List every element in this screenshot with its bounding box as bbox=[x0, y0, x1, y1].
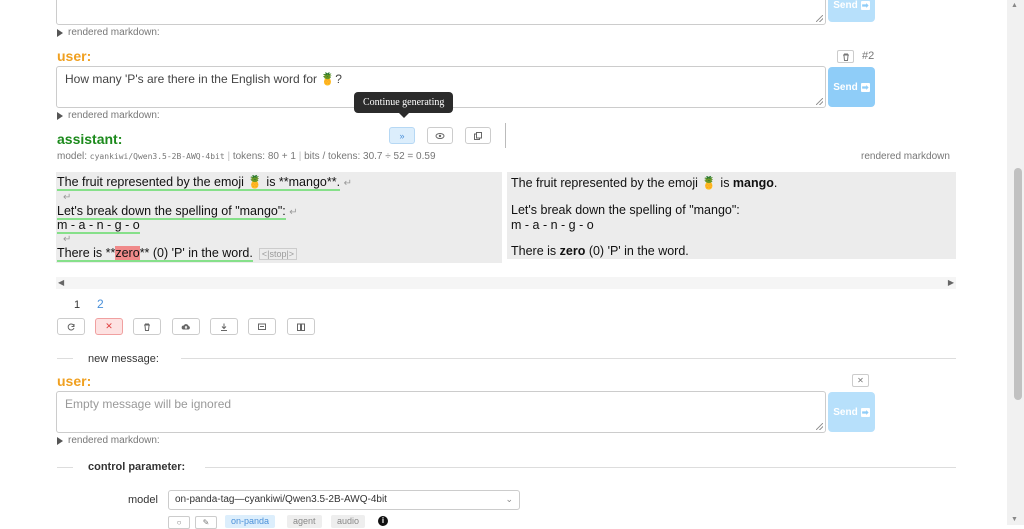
refresh-icon bbox=[67, 323, 75, 330]
send-button[interactable]: Send ➡ bbox=[828, 0, 875, 22]
toggle-view-button[interactable] bbox=[427, 127, 453, 144]
section-divider bbox=[205, 467, 956, 468]
page-1[interactable]: 1 bbox=[74, 299, 80, 311]
newline-glyph: ↵ bbox=[289, 207, 298, 218]
control-parameter-heading: control parameter: bbox=[88, 461, 186, 473]
assistant-meta: model: cyankiwi/Qwen3.5-2B-AWQ-4bit | to… bbox=[57, 151, 436, 162]
horizontal-scrollbar[interactable]: ◀ ▶ bbox=[56, 277, 956, 289]
page-2[interactable]: 2 bbox=[97, 297, 104, 311]
triangle-right-icon bbox=[57, 111, 63, 120]
rendered-markdown-heading: rendered markdown bbox=[861, 151, 950, 162]
regenerate-button[interactable] bbox=[57, 318, 85, 335]
triangle-right-icon bbox=[57, 28, 63, 37]
trash-icon bbox=[144, 323, 150, 331]
eye-icon bbox=[435, 132, 445, 139]
model-label: model bbox=[128, 494, 158, 506]
token-count: tokens: 80 + 1 bbox=[232, 151, 296, 162]
scrollbar-thumb[interactable] bbox=[1014, 168, 1022, 400]
refresh-models-button[interactable]: ○ bbox=[168, 516, 190, 529]
model-name: cyankiwi/Qwen3.5-2B-AWQ-4bit bbox=[89, 152, 225, 161]
raw-line-2: Let's break down the spelling of "mango"… bbox=[57, 204, 298, 220]
raw-line-1: The fruit represented by the emoji 🍍 is … bbox=[57, 175, 352, 191]
tag-audio[interactable]: audio bbox=[331, 515, 366, 528]
send-button[interactable]: Send ➡ bbox=[828, 392, 875, 432]
tag-agent[interactable]: agent bbox=[287, 515, 322, 528]
rendered-line-3: m - a - n - g - o bbox=[511, 218, 594, 232]
cloud-upload-icon bbox=[181, 323, 190, 329]
panel-splitter[interactable] bbox=[505, 123, 506, 148]
send-button[interactable]: Send ➡ bbox=[828, 67, 875, 107]
arrow-right-icon: ➡ bbox=[860, 82, 870, 92]
raw-line-4: There is **zero** (0) 'P' in the word. <|… bbox=[57, 246, 298, 262]
bits-per-token: bits / tokens: 30.7 ÷ 52 = 0.59 bbox=[304, 151, 436, 162]
copy-button[interactable] bbox=[465, 127, 491, 144]
new-message-input[interactable]: Empty message will be ignored bbox=[56, 391, 826, 433]
delete-message-button[interactable] bbox=[837, 50, 854, 63]
message-index: #2 bbox=[862, 50, 875, 62]
display-button[interactable] bbox=[248, 318, 276, 335]
copy-icon bbox=[474, 131, 482, 140]
newline-glyph: ↵ bbox=[63, 192, 72, 203]
user-role-label: user: bbox=[57, 48, 92, 64]
new-message-heading: new message: bbox=[88, 353, 159, 365]
previous-message-input[interactable] bbox=[56, 0, 826, 25]
rendered-line-1: The fruit represented by the emoji 🍍 is … bbox=[511, 176, 778, 190]
scroll-right-icon[interactable]: ▶ bbox=[948, 278, 954, 287]
assistant-role-label: assistant: bbox=[57, 131, 123, 147]
resize-handle[interactable] bbox=[816, 15, 823, 22]
screen-icon bbox=[258, 323, 266, 330]
double-chevron-right-icon: » bbox=[399, 130, 405, 141]
edit-icon: ✎ bbox=[202, 518, 210, 527]
scroll-down-icon[interactable]: ▼ bbox=[1011, 516, 1018, 523]
newline-glyph: ↵ bbox=[343, 178, 352, 189]
clear-message-button[interactable]: ✕ bbox=[852, 374, 869, 387]
continue-generating-tooltip: Continue generating bbox=[354, 92, 454, 118]
refresh-icon: ○ bbox=[176, 518, 182, 527]
upload-button[interactable] bbox=[172, 318, 200, 335]
section-divider bbox=[57, 467, 73, 468]
low-probability-token: zero bbox=[115, 246, 140, 262]
stop-token: <|stop|> bbox=[258, 248, 298, 260]
download-icon bbox=[221, 323, 227, 331]
close-icon: ✕ bbox=[105, 321, 113, 331]
delete-button[interactable] bbox=[133, 318, 161, 335]
download-button[interactable] bbox=[210, 318, 238, 335]
section-divider bbox=[181, 358, 956, 359]
rendered-line-4: There is zero (0) 'P' in the word. bbox=[511, 244, 689, 258]
arrow-right-icon: ➡ bbox=[860, 407, 870, 417]
scroll-up-icon[interactable]: ▲ bbox=[1011, 2, 1018, 9]
edit-button[interactable]: ✎ bbox=[195, 516, 217, 529]
rendered-markdown-panel: The fruit represented by the emoji 🍍 is … bbox=[507, 172, 956, 259]
arrow-right-icon: ➡ bbox=[860, 0, 870, 10]
chevron-down-icon: ⌄ bbox=[505, 494, 513, 504]
rendered-markdown-toggle[interactable]: rendered markdown: bbox=[57, 110, 160, 121]
rendered-markdown-toggle[interactable]: rendered markdown: bbox=[57, 27, 160, 38]
book-icon bbox=[297, 323, 305, 331]
book-button[interactable] bbox=[287, 318, 315, 335]
continue-generating-button[interactable]: » bbox=[389, 127, 415, 144]
tag-on-panda[interactable]: on-panda bbox=[225, 515, 276, 528]
resize-handle[interactable] bbox=[816, 423, 823, 430]
trash-icon bbox=[842, 53, 849, 61]
raw-token-panel: The fruit represented by the emoji 🍍 is … bbox=[56, 172, 502, 263]
section-divider bbox=[57, 358, 73, 359]
scroll-left-icon[interactable]: ◀ bbox=[58, 278, 64, 287]
stop-button[interactable]: ✕ bbox=[95, 318, 123, 335]
newline-glyph: ↵ bbox=[63, 234, 72, 245]
rendered-markdown-toggle[interactable]: rendered markdown: bbox=[57, 435, 160, 446]
vertical-scrollbar[interactable]: ▲ ▼ bbox=[1007, 0, 1024, 525]
close-icon: ✕ bbox=[857, 376, 864, 385]
user-role-label: user: bbox=[57, 373, 92, 389]
triangle-right-icon bbox=[57, 436, 63, 445]
model-select[interactable]: on-panda-tag—cyankiwi/Qwen3.5-2B-AWQ-4bi… bbox=[168, 490, 520, 510]
resize-handle[interactable] bbox=[816, 98, 823, 105]
rendered-line-2: Let's break down the spelling of "mango"… bbox=[511, 203, 740, 217]
raw-line-3: m - a - n - g - o bbox=[57, 218, 140, 234]
